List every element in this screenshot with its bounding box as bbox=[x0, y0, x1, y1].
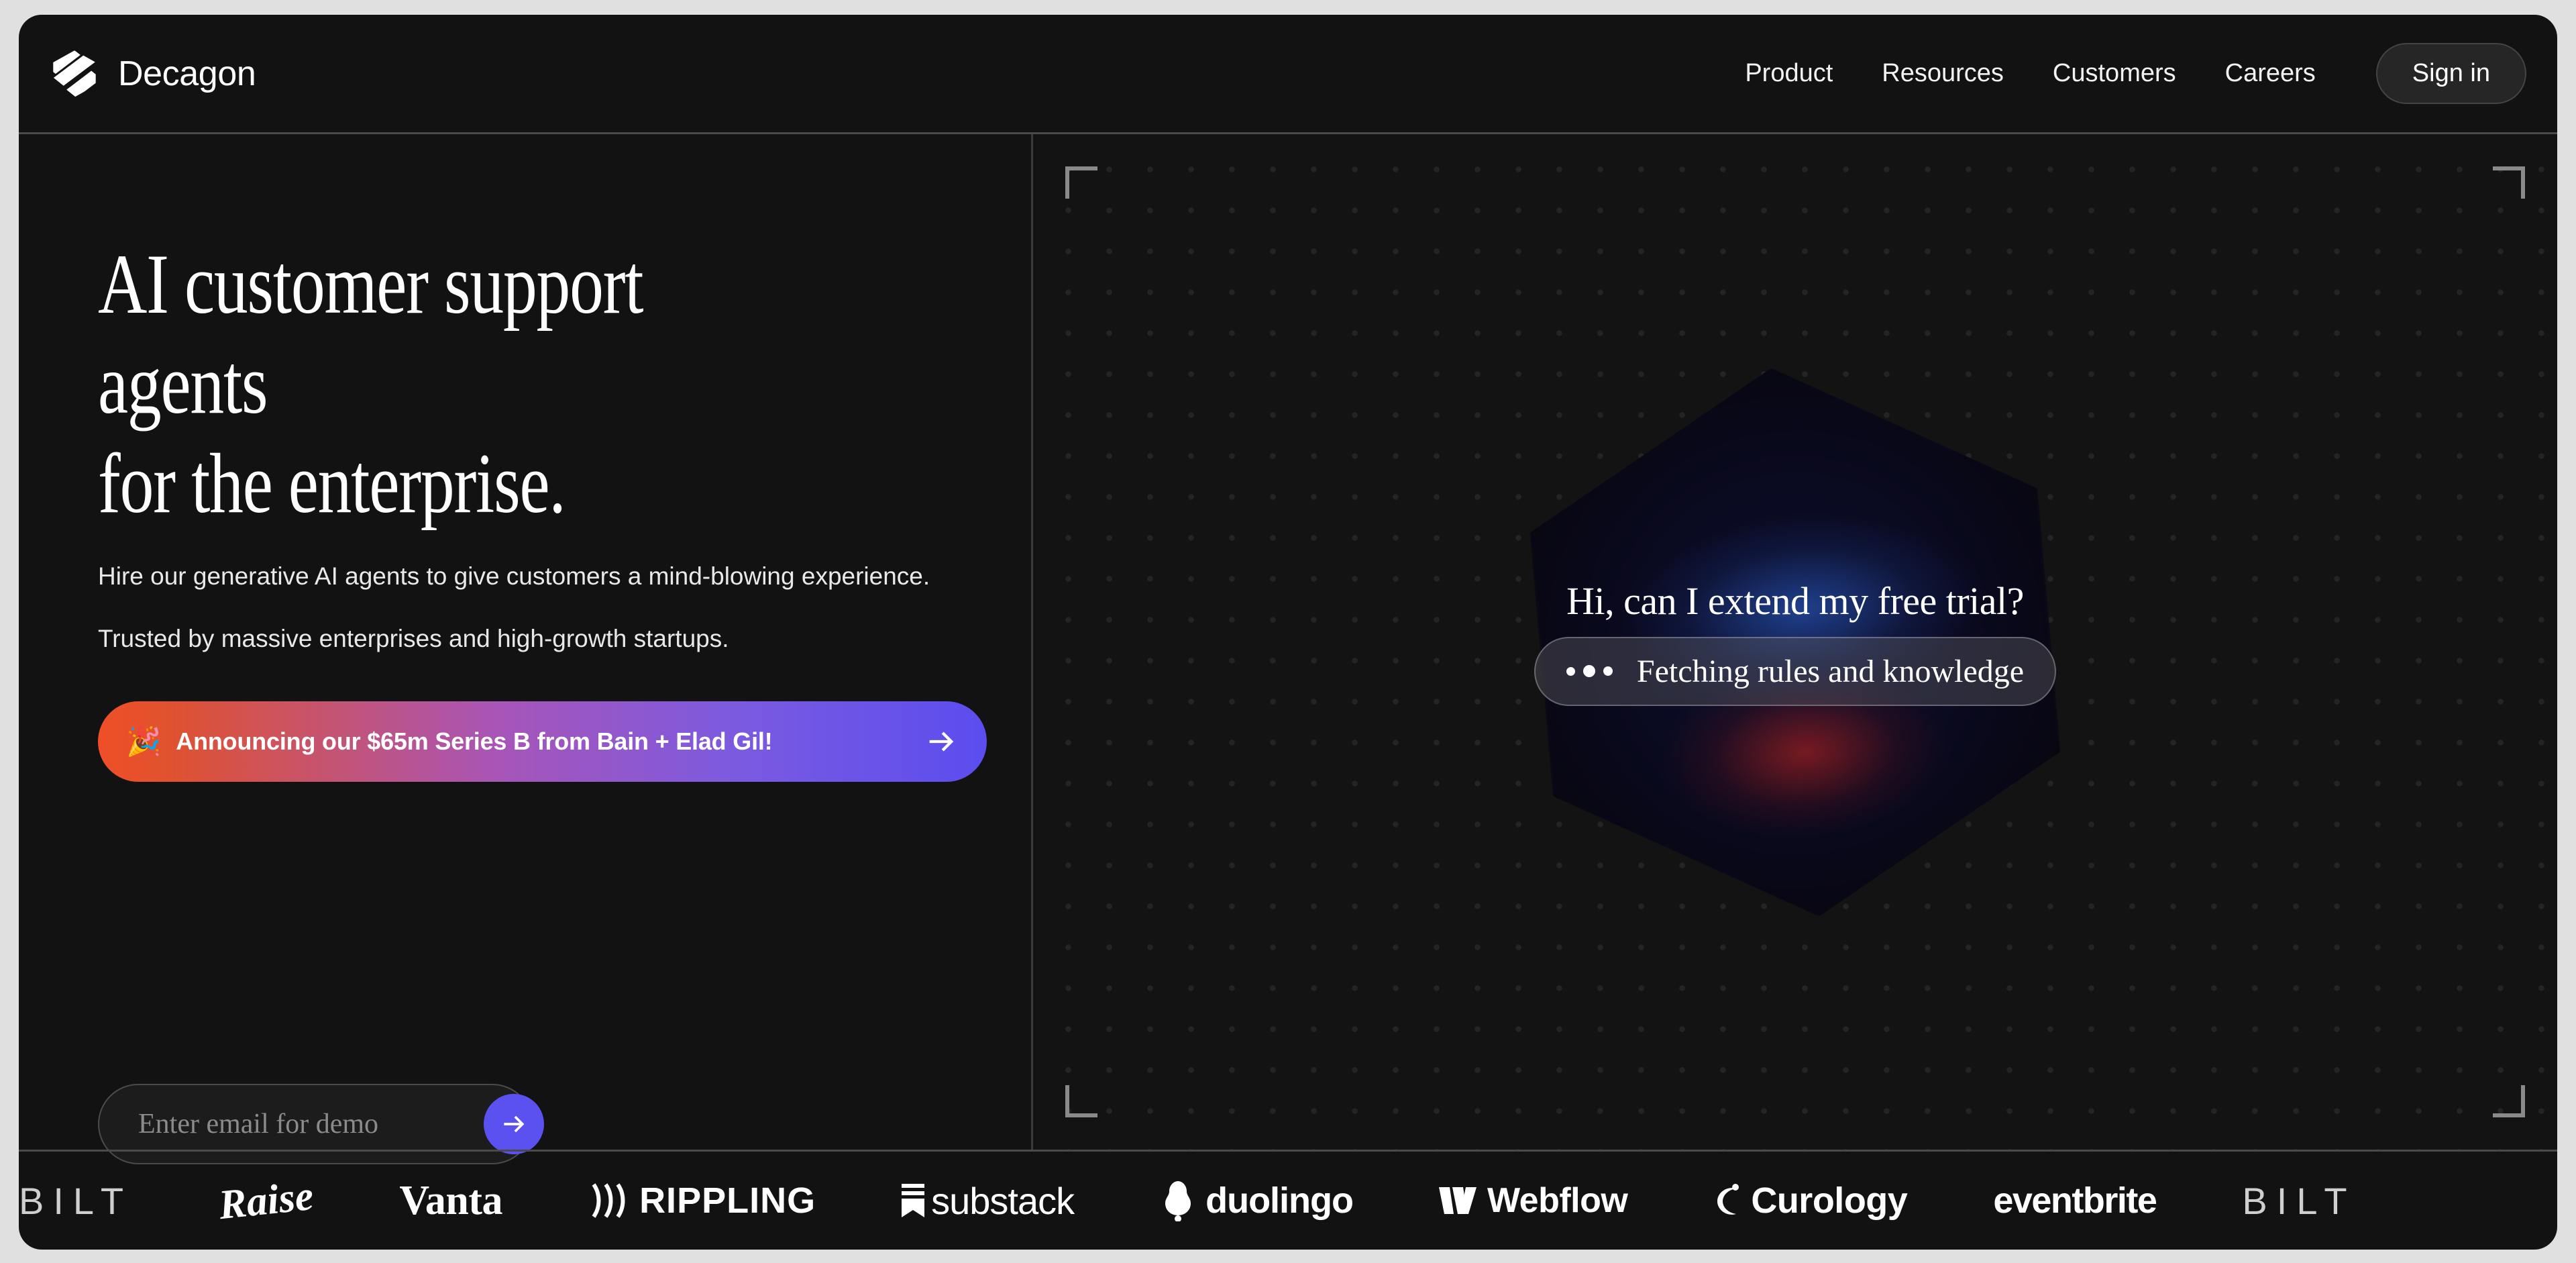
nav-link-product[interactable]: Product bbox=[1745, 59, 1833, 88]
page-title: AI customer support agents for the enter… bbox=[98, 235, 817, 534]
decagon-hexagon-logo-icon bbox=[53, 50, 96, 97]
customer-logo-marquee: BILT Raise Vanta RIPPLING substack duolingo We… bbox=[19, 1150, 2557, 1250]
hero-demo-panel: Hi, can I extend my free trial? Fetching… bbox=[1033, 134, 2557, 1150]
site-header: Decagon Product Resources Customers Care… bbox=[19, 15, 2557, 134]
corner-bracket-top-right-icon bbox=[2493, 166, 2525, 199]
logo-duolingo: duolingo bbox=[1160, 1170, 1354, 1231]
main-nav: Product Resources Customers Careers Sign… bbox=[1745, 43, 2526, 104]
announcement-text: Announcing our $65m Series B from Bain +… bbox=[176, 727, 773, 755]
logo-label: RIPPLING bbox=[639, 1180, 816, 1221]
page-card: Decagon Product Resources Customers Care… bbox=[19, 15, 2557, 1250]
subcopy-line-2: Trusted by massive enterprises and high-… bbox=[98, 625, 729, 653]
logo-webflow: Webflow bbox=[1439, 1170, 1628, 1231]
logo-vanta: Vanta bbox=[399, 1170, 502, 1231]
sign-in-button[interactable]: Sign in bbox=[2375, 43, 2526, 104]
logo-label: Curology bbox=[1751, 1180, 1908, 1221]
nav-link-careers[interactable]: Careers bbox=[2225, 59, 2316, 88]
logo-label: duolingo bbox=[1205, 1180, 1354, 1221]
logo-label: Webflow bbox=[1487, 1181, 1628, 1220]
nav-link-resources[interactable]: Resources bbox=[1882, 59, 2004, 88]
rippling-waves-icon bbox=[592, 1183, 625, 1218]
arrow-right-icon bbox=[929, 731, 954, 752]
hero-left-panel: AI customer support agents for the enter… bbox=[19, 134, 1033, 1164]
logo-label: eventbrite bbox=[1993, 1180, 2157, 1221]
brand-logo[interactable]: Decagon bbox=[50, 49, 256, 99]
curology-mark-icon bbox=[1717, 1184, 1739, 1215]
webflow-mark-icon bbox=[1439, 1187, 1477, 1214]
brand-name: Decagon bbox=[118, 54, 256, 93]
chat-question: Hi, can I extend my free trial? bbox=[1566, 578, 2024, 623]
logo-eventbrite: eventbrite bbox=[1993, 1170, 2157, 1231]
logo-rippling: RIPPLING bbox=[588, 1170, 816, 1231]
chat-demo: Hi, can I extend my free trial? Fetching… bbox=[1487, 578, 2104, 706]
email-submit-button[interactable] bbox=[484, 1094, 544, 1154]
email-input[interactable] bbox=[138, 1108, 484, 1140]
chat-status-text: Fetching rules and knowledge bbox=[1636, 653, 2025, 689]
subcopy-line-1: Hire our generative AI agents to give cu… bbox=[98, 562, 930, 590]
logo-label: substack bbox=[931, 1179, 1075, 1222]
substack-mark-icon bbox=[902, 1184, 925, 1217]
nav-link-customers[interactable]: Customers bbox=[2053, 59, 2176, 88]
logo-curology: Curology bbox=[1713, 1170, 1908, 1231]
arrow-right-icon bbox=[504, 1115, 525, 1133]
logo-label: Raise bbox=[216, 1172, 316, 1228]
party-popper-icon: 🎉 bbox=[126, 725, 162, 757]
logo-label: BILT bbox=[19, 1179, 133, 1222]
headline-line-1: AI customer support agents bbox=[98, 238, 644, 432]
corner-bracket-bottom-left-icon bbox=[1065, 1085, 1097, 1117]
logo-bilt: BILT bbox=[19, 1170, 133, 1231]
logo-substack: substack bbox=[902, 1170, 1075, 1231]
logo-track: BILT Raise Vanta RIPPLING substack duolingo We… bbox=[19, 1170, 2357, 1231]
logo-bilt: BILT bbox=[2242, 1170, 2356, 1231]
chat-status-pill: Fetching rules and knowledge bbox=[1534, 636, 2057, 706]
logo-raise: Raise bbox=[216, 1166, 317, 1235]
three-dots-loading-icon bbox=[1566, 665, 1613, 677]
duolingo-owl-icon bbox=[1165, 1181, 1191, 1221]
corner-bracket-bottom-right-icon bbox=[2493, 1085, 2525, 1117]
hero-split: AI customer support agents for the enter… bbox=[19, 134, 2557, 1164]
corner-bracket-top-left-icon bbox=[1065, 166, 1097, 199]
hero-subcopy: Hire our generative AI agents to give cu… bbox=[98, 557, 983, 683]
announcement-banner[interactable]: 🎉 Announcing our $65m Series B from Bain… bbox=[98, 701, 987, 782]
headline-line-2: for the enterprise. bbox=[98, 437, 566, 532]
logo-label: Vanta bbox=[399, 1177, 503, 1223]
logo-label: BILT bbox=[2242, 1179, 2357, 1222]
